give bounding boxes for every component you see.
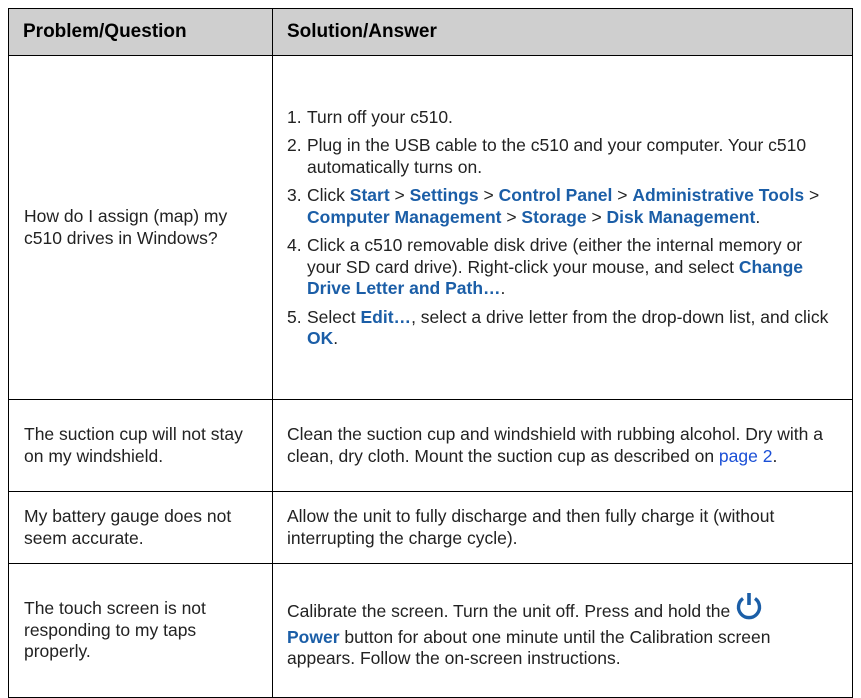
power-icon [734, 591, 764, 627]
list-item: 2. Plug in the USB cable to the c510 and… [287, 135, 840, 178]
answer-text: button for about one minute until the Ca… [287, 626, 771, 669]
answer-cell: 1. Turn off your c510. 2. Plug in the US… [272, 55, 853, 400]
list-item: 4. Click a c510 removable disk drive (ei… [287, 235, 840, 300]
step-text-part: . [755, 206, 761, 227]
separator: > [501, 206, 522, 227]
column-header-solution: Solution/Answer [272, 8, 853, 56]
power-button-label: Power [287, 626, 340, 647]
menu-term-storage: Storage [521, 206, 587, 227]
menu-term-administrative-tools: Administrative Tools [632, 185, 805, 205]
step-text-part: Select [307, 306, 361, 327]
step-text-part: , select a drive letter from the drop-do… [411, 306, 829, 327]
separator: > [389, 185, 410, 205]
step-text: Turn off your c510. [307, 106, 453, 127]
question-cell: The touch screen is not responding to my… [8, 563, 273, 698]
page-link[interactable]: page 2 [719, 446, 773, 466]
question-cell: The suction cup will not stay on my wind… [8, 399, 273, 492]
answer-text: Calibrate the screen. Turn the unit off.… [287, 601, 731, 622]
step-text-part: Click [307, 185, 350, 205]
column-header-problem: Problem/Question [8, 8, 273, 56]
menu-term-computer-management: Computer Management [307, 206, 502, 227]
table-header-row: Problem/Question Solution/Answer [8, 8, 853, 56]
step-number: 1. [287, 106, 302, 127]
separator: > [586, 206, 607, 227]
answer-cell: Calibrate the screen. Turn the unit off.… [272, 563, 853, 698]
step-number: 2. [287, 135, 302, 155]
step-text-part: . [500, 278, 506, 298]
step-number: 3. [287, 185, 302, 205]
question-cell: My battery gauge does not seem accurate. [8, 491, 273, 564]
step-text-part: Click a c510 removable disk drive (eithe… [307, 235, 803, 277]
step-text: Click a c510 removable disk drive (eithe… [307, 235, 840, 300]
separator: > [804, 185, 820, 205]
table-row: My battery gauge does not seem accurate.… [8, 491, 853, 564]
list-item: 3. Click Start > Settings > Control Pane… [287, 185, 840, 228]
menu-term-ok: OK [307, 328, 334, 348]
answer-text-end: . [772, 445, 778, 466]
steps-list: 1. Turn off your c510. 2. Plug in the US… [287, 99, 840, 357]
table-row: The touch screen is not responding to my… [8, 563, 853, 698]
question-cell: How do I assign (map) my c510 drives in … [8, 55, 273, 400]
menu-term-settings: Settings [409, 185, 479, 205]
answer-cell: Clean the suction cup and windshield wit… [272, 399, 853, 492]
step-number: 5. [287, 306, 302, 327]
list-item: 1. Turn off your c510. [287, 107, 840, 129]
menu-term-start: Start [349, 185, 390, 205]
list-item: 5. Select Edit…, select a drive letter f… [287, 307, 840, 350]
table-row: The suction cup will not stay on my wind… [8, 399, 853, 492]
separator: > [612, 185, 633, 205]
menu-term-control-panel: Control Panel [498, 185, 613, 205]
step-text: Plug in the USB cable to the c510 and yo… [307, 135, 807, 177]
separator: > [478, 185, 499, 205]
menu-term-edit: Edit… [360, 306, 412, 327]
answer-cell: Allow the unit to fully discharge and th… [272, 491, 853, 564]
step-text: Click Start > Settings > Control Panel >… [307, 185, 840, 228]
step-text-part: . [333, 328, 339, 348]
menu-term-disk-management: Disk Management [606, 206, 756, 227]
table-row: How do I assign (map) my c510 drives in … [8, 55, 853, 400]
step-number: 4. [287, 235, 302, 255]
troubleshooting-table: Problem/Question Solution/Answer How do … [8, 8, 853, 698]
step-text: Select Edit…, select a drive letter from… [307, 307, 840, 350]
